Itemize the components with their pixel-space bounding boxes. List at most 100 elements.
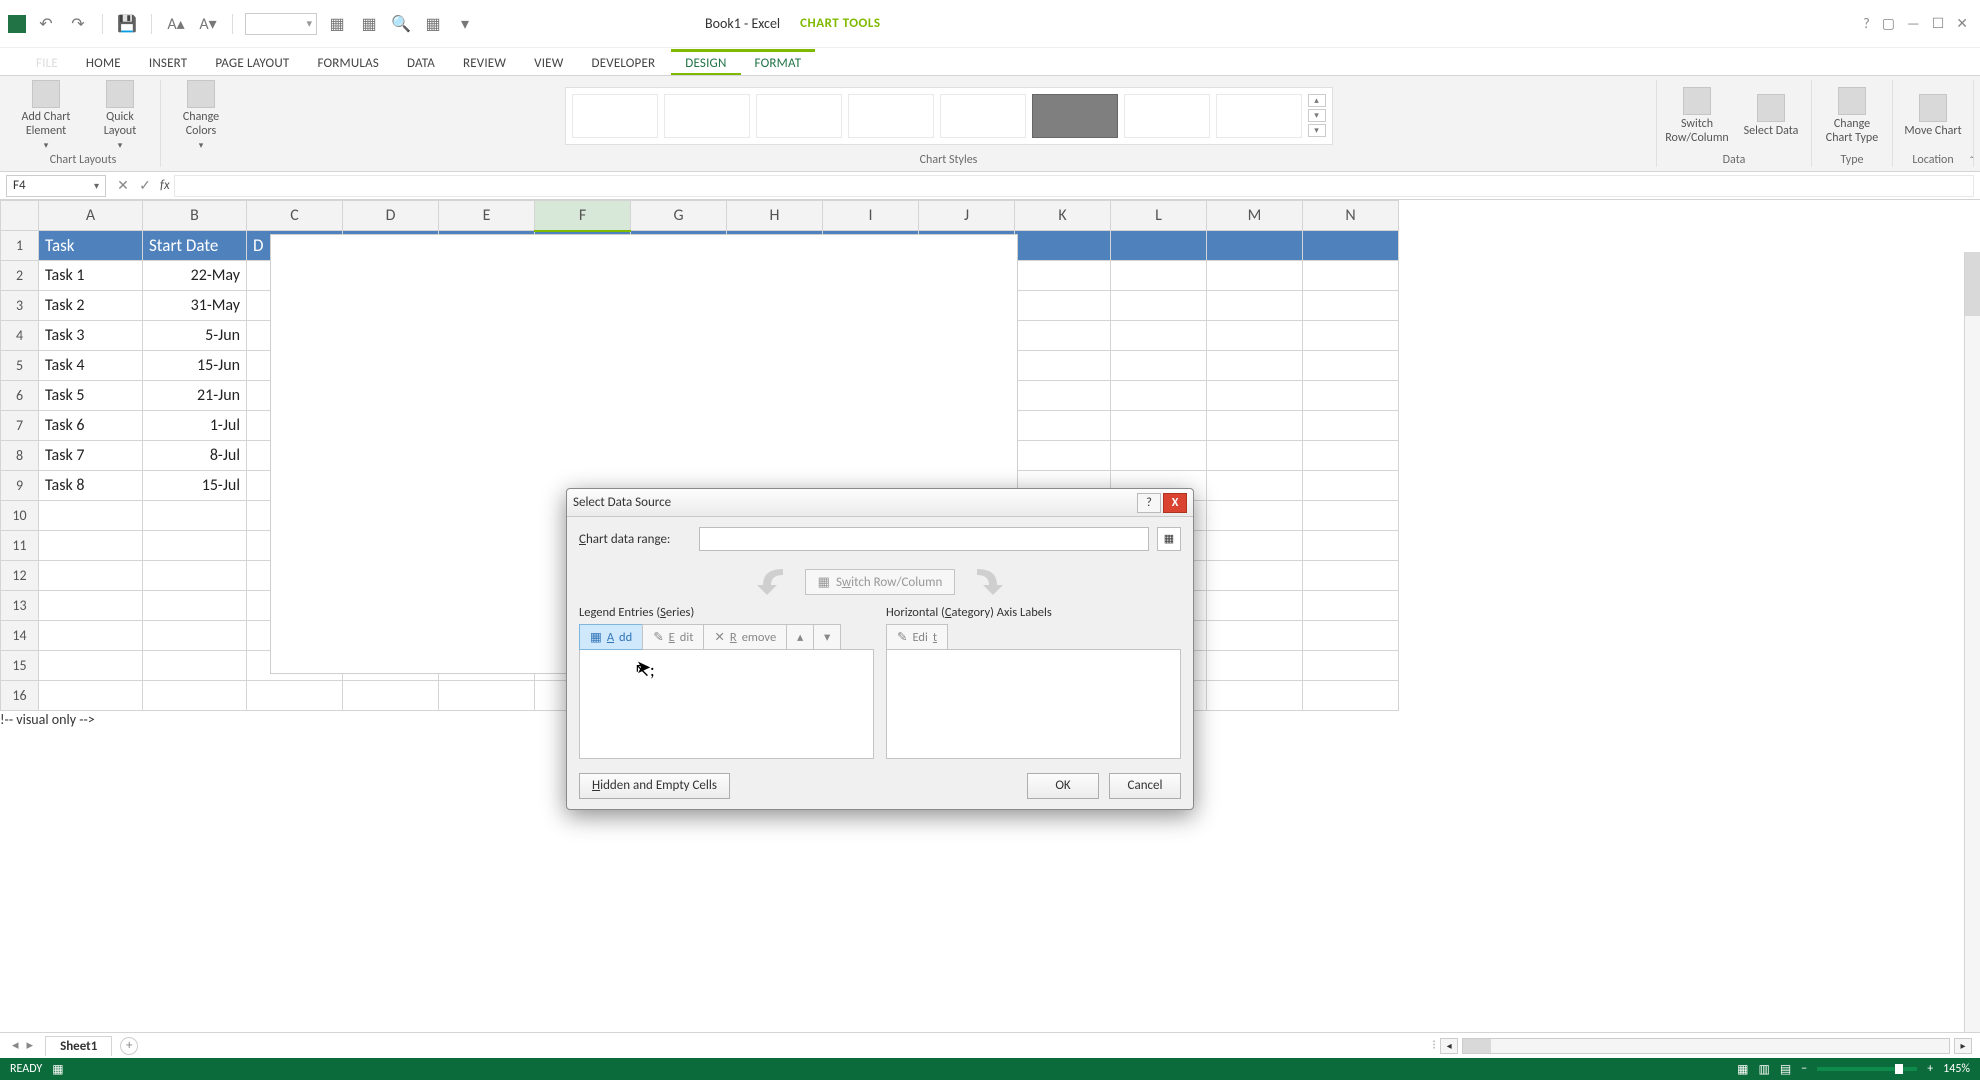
tab-design[interactable]: DESIGN — [671, 52, 740, 75]
style-thumb-2[interactable] — [664, 94, 750, 138]
cell-N16[interactable] — [1303, 681, 1399, 711]
sheet-nav-prev[interactable]: ◂ — [12, 1038, 19, 1053]
font-increase-icon[interactable]: A▴ — [164, 12, 188, 36]
cell-A9[interactable]: Task 8 — [39, 471, 143, 501]
style-thumb-6[interactable] — [1032, 94, 1118, 138]
cell-K1[interactable] — [1015, 231, 1111, 261]
redo-button[interactable]: ↷ — [66, 12, 90, 36]
cell-N15[interactable] — [1303, 651, 1399, 681]
save-button[interactable]: 💾 — [115, 12, 139, 36]
tab-formulas[interactable]: FORMULAS — [303, 52, 393, 75]
column-header-M[interactable]: M — [1207, 201, 1303, 231]
add-sheet-button[interactable]: + — [120, 1037, 138, 1055]
cell-B5[interactable]: 15-Jun — [143, 351, 247, 381]
close-window-button[interactable]: ✕ — [1956, 15, 1968, 32]
cell-M1[interactable] — [1207, 231, 1303, 261]
style-thumb-5[interactable] — [940, 94, 1026, 138]
style-thumb-4[interactable] — [848, 94, 934, 138]
row-header-12[interactable]: 12 — [1, 561, 39, 591]
style-thumb-8[interactable] — [1216, 94, 1302, 138]
cell-M9[interactable] — [1207, 471, 1303, 501]
cell-L6[interactable] — [1111, 381, 1207, 411]
column-header-D[interactable]: D — [343, 201, 439, 231]
cell-M7[interactable] — [1207, 411, 1303, 441]
row-header-14[interactable]: 14 — [1, 621, 39, 651]
cell-M8[interactable] — [1207, 441, 1303, 471]
cell-B9[interactable]: 15-Jul — [143, 471, 247, 501]
quick-layout-button[interactable]: Quick Layout▾ — [90, 80, 150, 151]
style-thumb-3[interactable] — [756, 94, 842, 138]
cell-A7[interactable]: Task 6 — [39, 411, 143, 441]
cell-A16[interactable] — [39, 681, 143, 711]
cell-M5[interactable] — [1207, 351, 1303, 381]
cell-A12[interactable] — [39, 561, 143, 591]
cell-B3[interactable]: 31-May — [143, 291, 247, 321]
cell-M14[interactable] — [1207, 621, 1303, 651]
tab-insert[interactable]: INSERT — [135, 52, 201, 75]
cell-A10[interactable] — [39, 501, 143, 531]
cell-K4[interactable] — [1015, 321, 1111, 351]
undo-button[interactable]: ↶ — [34, 12, 58, 36]
tab-format[interactable]: FORMAT — [741, 52, 816, 75]
row-header-3[interactable]: 3 — [1, 291, 39, 321]
column-header-B[interactable]: B — [143, 201, 247, 231]
column-header-K[interactable]: K — [1015, 201, 1111, 231]
cell-M6[interactable] — [1207, 381, 1303, 411]
cell-N3[interactable] — [1303, 291, 1399, 321]
cell-N1[interactable] — [1303, 231, 1399, 261]
tab-page-layout[interactable]: PAGE LAYOUT — [201, 52, 303, 75]
cell-K5[interactable] — [1015, 351, 1111, 381]
tab-data[interactable]: DATA — [393, 52, 449, 75]
chart-styles-gallery[interactable]: ▴▾▾ — [565, 87, 1333, 145]
column-header-G[interactable]: G — [631, 201, 727, 231]
tab-review[interactable]: REVIEW — [449, 52, 520, 75]
cell-A11[interactable] — [39, 531, 143, 561]
cell-L3[interactable] — [1111, 291, 1207, 321]
macro-record-icon[interactable]: ▦ — [52, 1062, 63, 1077]
cell-M16[interactable] — [1207, 681, 1303, 711]
sheet-tab-sheet1[interactable]: Sheet1 — [45, 1036, 112, 1056]
cell-N7[interactable] — [1303, 411, 1399, 441]
move-chart-button[interactable]: Move Chart — [1903, 94, 1963, 138]
qat-btn-3[interactable]: 🔍 — [389, 12, 413, 36]
zoom-slider[interactable] — [1817, 1067, 1917, 1071]
column-header-N[interactable]: N — [1303, 201, 1399, 231]
maximize-button[interactable]: ☐ — [1932, 15, 1945, 32]
row-header-10[interactable]: 10 — [1, 501, 39, 531]
cell-B11[interactable] — [143, 531, 247, 561]
view-page-break-icon[interactable]: ▤ — [1780, 1062, 1791, 1077]
cell-L1[interactable] — [1111, 231, 1207, 261]
change-chart-type-button[interactable]: Change Chart Type — [1822, 87, 1882, 145]
cell-N10[interactable] — [1303, 501, 1399, 531]
cell-L8[interactable] — [1111, 441, 1207, 471]
cell-B7[interactable]: 1-Jul — [143, 411, 247, 441]
cell-N2[interactable] — [1303, 261, 1399, 291]
cell-C16[interactable] — [247, 681, 343, 711]
row-header-16[interactable]: 16 — [1, 681, 39, 711]
column-header-C[interactable]: C — [247, 201, 343, 231]
help-icon[interactable]: ? — [1863, 15, 1870, 32]
cell-A1[interactable]: Task — [39, 231, 143, 261]
change-colors-button[interactable]: Change Colors▾ — [171, 80, 231, 151]
collapse-ribbon-icon[interactable]: ˆ — [1970, 154, 1974, 167]
cell-N4[interactable] — [1303, 321, 1399, 351]
qat-btn-1[interactable]: ▦ — [325, 12, 349, 36]
cell-A4[interactable]: Task 3 — [39, 321, 143, 351]
view-page-layout-icon[interactable]: ▥ — [1759, 1062, 1770, 1077]
cell-L5[interactable] — [1111, 351, 1207, 381]
view-normal-icon[interactable]: ▦ — [1737, 1062, 1748, 1077]
zoom-out-button[interactable]: − — [1801, 1062, 1807, 1076]
cell-M11[interactable] — [1207, 531, 1303, 561]
dialog-close-button[interactable]: X — [1163, 493, 1187, 513]
row-header-7[interactable]: 7 — [1, 411, 39, 441]
cell-K8[interactable] — [1015, 441, 1111, 471]
cell-A6[interactable]: Task 5 — [39, 381, 143, 411]
column-header-H[interactable]: H — [727, 201, 823, 231]
row-header-5[interactable]: 5 — [1, 351, 39, 381]
cell-N6[interactable] — [1303, 381, 1399, 411]
formula-input[interactable] — [174, 175, 1974, 197]
add-chart-element-button[interactable]: Add Chart Element▾ — [16, 80, 76, 151]
switch-row-column-button[interactable]: Switch Row/Column — [1667, 87, 1727, 145]
tab-file[interactable]: FILE — [22, 52, 72, 75]
enter-formula-icon[interactable]: ✓ — [134, 177, 156, 194]
